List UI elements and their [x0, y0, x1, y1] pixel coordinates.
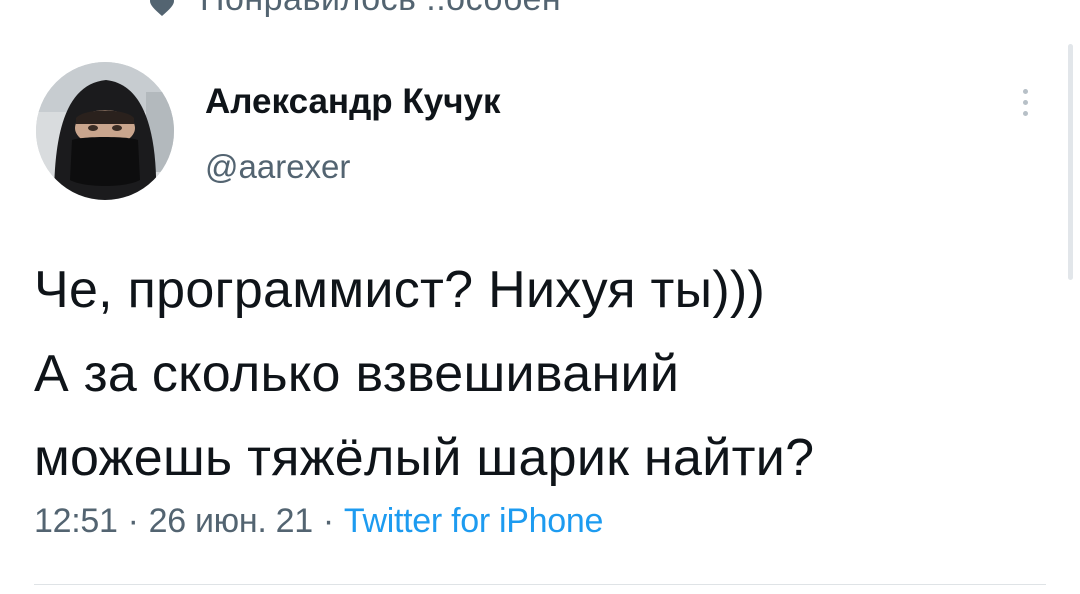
meta-separator: · — [127, 502, 139, 540]
more-vertical-icon — [1022, 88, 1028, 94]
tweet-metadata: 12:51 · 26 июн. 21 · Twitter for iPhone — [34, 502, 603, 541]
divider — [34, 584, 1046, 585]
scrollbar[interactable] — [1068, 44, 1073, 280]
avatar-photo — [36, 62, 174, 200]
tweet-text-line: Че, программист? Нихуя ты))) — [34, 261, 766, 319]
author-handle[interactable]: @aarexer — [205, 148, 350, 186]
tweet-text-line: А за сколько взвешиваний — [34, 345, 680, 403]
more-options-button[interactable] — [1005, 78, 1045, 126]
tweet-text-line: можешь тяжёлый шарик найти? — [34, 429, 815, 487]
tweet-date[interactable]: 26 июн. 21 — [149, 502, 314, 540]
tweet-text: Че, программист? Нихуя ты))) А за скольк… — [34, 248, 1064, 500]
tweet-time[interactable]: 12:51 — [34, 502, 118, 540]
author-display-name[interactable]: Александр Кучук — [205, 82, 501, 122]
avatar[interactable] — [36, 62, 174, 200]
meta-separator: · — [322, 502, 334, 540]
tweet-source-link[interactable]: Twitter for iPhone — [344, 502, 603, 540]
social-context-text: Понравилось ..особен — [200, 0, 561, 19]
heart-icon — [150, 0, 174, 16]
